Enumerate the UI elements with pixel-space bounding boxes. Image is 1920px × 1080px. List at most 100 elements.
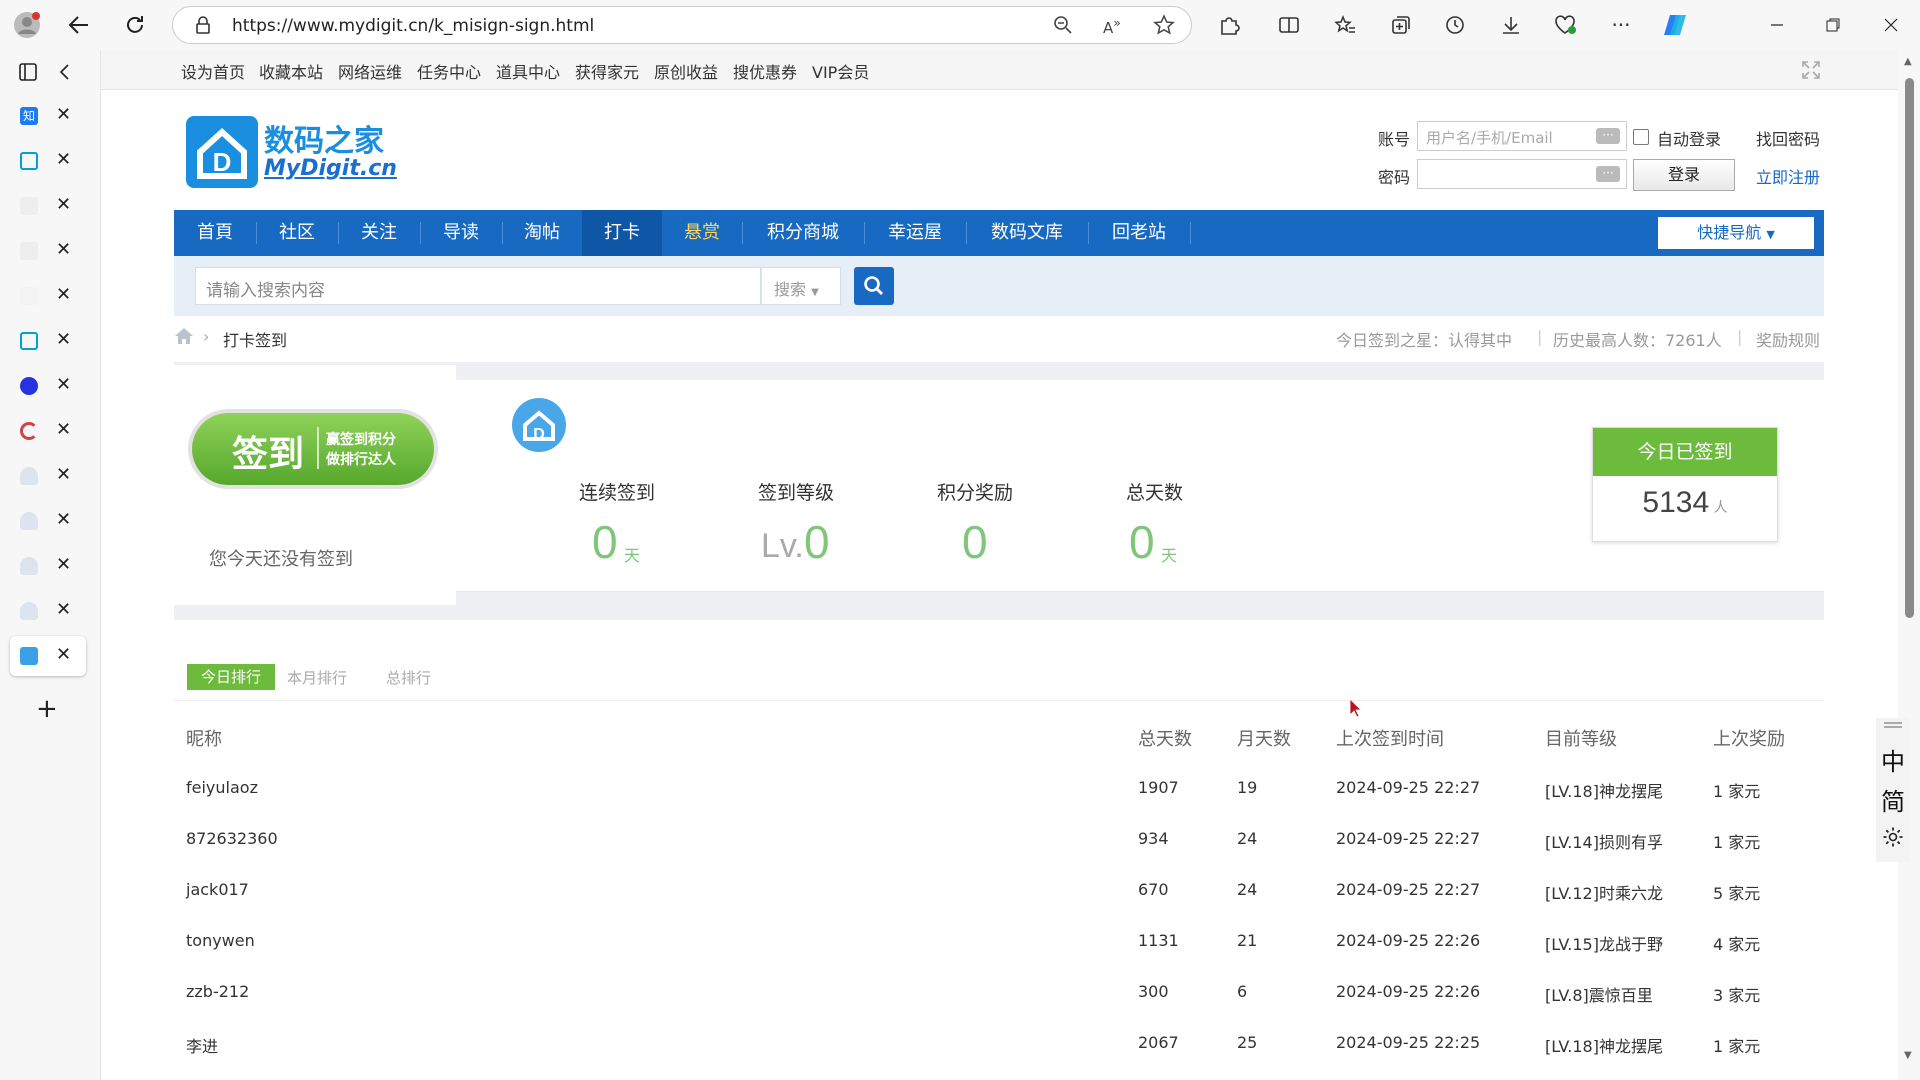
close-tab-icon[interactable]: ✕ (56, 104, 71, 125)
quick-nav-button[interactable]: 快捷导航 ▼ (1658, 217, 1814, 249)
drag-handle-icon[interactable] (1884, 722, 1902, 724)
toplink[interactable]: VIP会员 (812, 59, 869, 83)
login-button[interactable]: 登录 (1633, 159, 1735, 191)
tab-item[interactable]: ✕ (10, 186, 86, 226)
close-tab-icon[interactable]: ✕ (56, 644, 71, 665)
toplink[interactable]: 网络运维 (338, 59, 402, 83)
register-link[interactable]: 立即注册 (1756, 164, 1820, 188)
nav-follow[interactable]: 关注 (338, 210, 420, 256)
toplink[interactable]: 原创收益 (654, 59, 718, 83)
close-tab-icon[interactable]: ✕ (56, 554, 71, 575)
tab-today-rank[interactable]: 今日排行 (187, 664, 275, 690)
close-tab-icon[interactable]: ✕ (56, 464, 71, 485)
url-text[interactable]: https://www.mydigit.cn/k_misign-sign.htm… (232, 16, 594, 36)
minimize-icon[interactable] (1762, 10, 1792, 40)
cell-nickname[interactable]: tonywen (186, 931, 255, 950)
nav-home[interactable]: 首頁 (174, 210, 256, 256)
nav-library[interactable]: 数码文库 (966, 210, 1088, 256)
language-toggle-chinese[interactable]: 中 (1881, 742, 1905, 777)
download-icon[interactable] (1496, 10, 1526, 40)
auto-login-checkbox[interactable] (1633, 129, 1649, 145)
nav-lucky-house[interactable]: 幸运屋 (864, 210, 966, 256)
toplink[interactable]: 获得家元 (575, 59, 639, 83)
cell-nickname[interactable]: feiyulaoz (186, 778, 258, 797)
cell-nickname[interactable]: 872632360 (186, 829, 278, 848)
reward-rules-link[interactable]: 奖励规则 (1756, 327, 1820, 351)
tab-item[interactable]: ✕ (10, 456, 86, 496)
tab-item-active[interactable]: ✕ (10, 636, 86, 676)
restore-icon[interactable] (1818, 10, 1848, 40)
close-tab-icon[interactable]: ✕ (56, 419, 71, 440)
performance-icon[interactable] (1550, 10, 1580, 40)
refresh-icon[interactable] (120, 10, 150, 40)
address-bar[interactable]: https://www.mydigit.cn/k_misign-sign.htm… (172, 6, 1192, 44)
extensions-icon[interactable] (1214, 10, 1244, 40)
history-icon[interactable] (1440, 10, 1470, 40)
tab-actions-icon[interactable] (18, 62, 38, 82)
new-tab-icon[interactable]: + (36, 694, 58, 724)
tab-item[interactable]: ✕ (10, 546, 86, 586)
tab-item[interactable]: ✕ (10, 501, 86, 541)
fullscreen-icon[interactable] (1801, 60, 1821, 80)
search-type-select[interactable]: 搜索 ▼ (761, 267, 841, 305)
nav-taotie[interactable]: 淘帖 (502, 210, 582, 256)
close-tab-icon[interactable]: ✕ (56, 509, 71, 530)
close-tab-icon[interactable]: ✕ (56, 374, 71, 395)
toplink[interactable]: 收藏本站 (259, 59, 323, 83)
site-logo[interactable]: D 数码之家 MyDigit.cn (186, 116, 397, 188)
close-tab-icon[interactable]: ✕ (56, 329, 71, 350)
toplink[interactable]: 搜优惠券 (733, 59, 797, 83)
zoom-out-icon[interactable] (1053, 15, 1073, 35)
password-input[interactable]: ··· (1417, 159, 1627, 189)
split-screen-icon[interactable] (1274, 10, 1304, 40)
search-button[interactable] (854, 267, 894, 305)
auto-login-label[interactable]: 自动登录 (1657, 126, 1721, 150)
tab-item[interactable]: ✕ (10, 276, 86, 316)
scroll-down-arrow-icon[interactable]: ▼ (1904, 1050, 1912, 1061)
toplink[interactable]: 任务中心 (417, 59, 481, 83)
toplink[interactable]: 设为首页 (181, 59, 245, 83)
scroll-up-arrow-icon[interactable]: ▲ (1904, 56, 1912, 67)
nav-old-site[interactable]: 回老站 (1088, 210, 1190, 256)
cell-nickname[interactable]: 李进 (186, 1033, 218, 1057)
close-tab-icon[interactable]: ✕ (56, 149, 71, 170)
tab-item[interactable]: ✕ (10, 231, 86, 271)
toplink[interactable]: 道具中心 (496, 59, 560, 83)
profile-icon[interactable] (12, 10, 42, 40)
settings-gear-icon[interactable] (1882, 826, 1904, 848)
copilot-icon[interactable] (1660, 10, 1690, 40)
language-toggle-simplified[interactable]: 简 (1881, 782, 1905, 817)
password-manager-icon[interactable]: ··· (1596, 128, 1620, 144)
nav-points-mall[interactable]: 积分商城 (742, 210, 864, 256)
close-window-icon[interactable] (1876, 10, 1906, 40)
tab-month-rank[interactable]: 本月排行 (287, 667, 347, 688)
more-menu-icon[interactable]: ··· (1606, 10, 1636, 40)
tab-item[interactable]: ✕ (10, 591, 86, 631)
close-tab-icon[interactable]: ✕ (56, 239, 71, 260)
home-icon[interactable] (174, 327, 194, 345)
tab-item[interactable]: 知 ✕ (10, 96, 86, 136)
scrollbar-thumb[interactable] (1905, 78, 1914, 618)
tab-item[interactable]: ✕ (10, 141, 86, 181)
search-input[interactable]: 请输入搜索内容 (195, 267, 761, 305)
close-tab-icon[interactable]: ✕ (56, 194, 71, 215)
account-input[interactable]: 用户名/手机/Email ··· (1417, 121, 1627, 151)
tab-item[interactable]: ✕ (10, 321, 86, 361)
sign-button[interactable]: 签到 赢签到积分 做排行达人 (192, 413, 434, 485)
cell-nickname[interactable]: zzb-212 (186, 982, 249, 1001)
read-aloud-icon[interactable]: A» (1103, 15, 1121, 37)
password-manager-icon[interactable]: ··· (1596, 166, 1620, 182)
close-tab-icon[interactable]: ✕ (56, 599, 71, 620)
back-icon[interactable] (64, 10, 94, 40)
cell-nickname[interactable]: jack017 (186, 880, 249, 899)
tab-item[interactable]: ✕ (10, 366, 86, 406)
find-password-link[interactable]: 找回密码 (1756, 126, 1820, 150)
collections-icon[interactable] (1386, 10, 1416, 40)
lock-icon[interactable] (195, 16, 211, 34)
nav-checkin-active[interactable]: 打卡 (582, 210, 662, 256)
collapse-tabs-icon[interactable] (58, 63, 72, 81)
tab-item[interactable]: ✕ (10, 411, 86, 451)
nav-guide[interactable]: 导读 (420, 210, 502, 256)
close-tab-icon[interactable]: ✕ (56, 284, 71, 305)
page-scrollbar[interactable]: ▲ ▼ (1898, 50, 1920, 1080)
